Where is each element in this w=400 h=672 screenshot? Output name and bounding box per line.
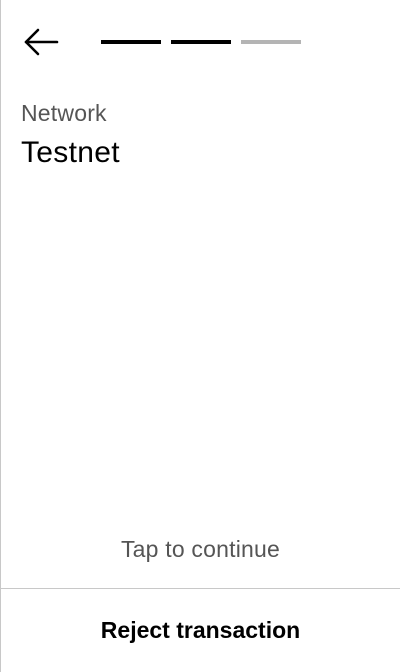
back-button[interactable] (19, 24, 63, 64)
progress-step-complete (101, 40, 161, 44)
network-value: Testnet (21, 136, 120, 169)
arrow-left-icon (23, 27, 59, 62)
sign-transaction-screen: Network Testnet Tap to continue Reject t… (0, 0, 400, 672)
network-label: Network (21, 100, 107, 126)
progress-indicator (101, 40, 301, 44)
progress-step-pending (241, 40, 301, 44)
tap-to-continue-hint[interactable]: Tap to continue (1, 536, 400, 563)
reject-transaction-button[interactable]: Reject transaction (1, 589, 400, 672)
progress-step-complete (171, 40, 231, 44)
